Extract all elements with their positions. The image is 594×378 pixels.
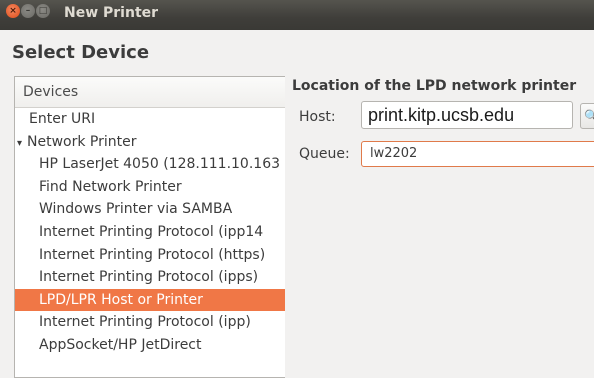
device-item-find-network-printer[interactable]: Find Network Printer [15,176,285,199]
window-titlebar: × – □ New Printer [0,0,594,30]
search-icon: 🔍 [584,109,594,123]
device-item-appsocket[interactable]: AppSocket/HP JetDirect [15,334,285,357]
device-list: Devices Enter URI ▾ Network Printer HP La… [14,76,285,378]
maximize-icon[interactable]: □ [36,4,50,18]
host-label: Host: [299,109,336,125]
host-input[interactable]: print.kitp.ucsb.edu [361,101,573,129]
device-item-https[interactable]: Internet Printing Protocol (https) [15,244,285,267]
device-item-lpd-lpr[interactable]: LPD/LPR Host or Printer [15,288,285,312]
window-title: New Printer [64,5,159,21]
device-item-enter-uri[interactable]: Enter URI [15,108,285,131]
browse-host-button[interactable]: 🔍 [580,103,594,129]
device-item-network-printer[interactable]: ▾ Network Printer [15,131,285,154]
device-item-hp-laserjet[interactable]: HP LaserJet 4050 (128.111.10.163 [15,153,285,176]
device-item-ipps[interactable]: Internet Printing Protocol (ipps) [15,266,285,289]
expand-arrow-icon[interactable]: ▾ [17,133,27,154]
minimize-icon[interactable]: – [21,4,35,18]
page-title: Select Device [12,42,150,63]
device-item-label: Network Printer [27,133,137,150]
close-icon[interactable]: × [6,4,20,18]
device-item-ipp[interactable]: Internet Printing Protocol (ipp) [15,311,285,334]
device-list-header[interactable]: Devices [15,77,285,108]
device-item-ipp14[interactable]: Internet Printing Protocol (ipp14 [15,221,285,244]
device-item-samba[interactable]: Windows Printer via SAMBA [15,198,285,221]
lpd-section-title: Location of the LPD network printer [292,78,577,94]
queue-input[interactable]: lw2202 [361,141,594,167]
queue-label: Queue: [299,146,350,162]
